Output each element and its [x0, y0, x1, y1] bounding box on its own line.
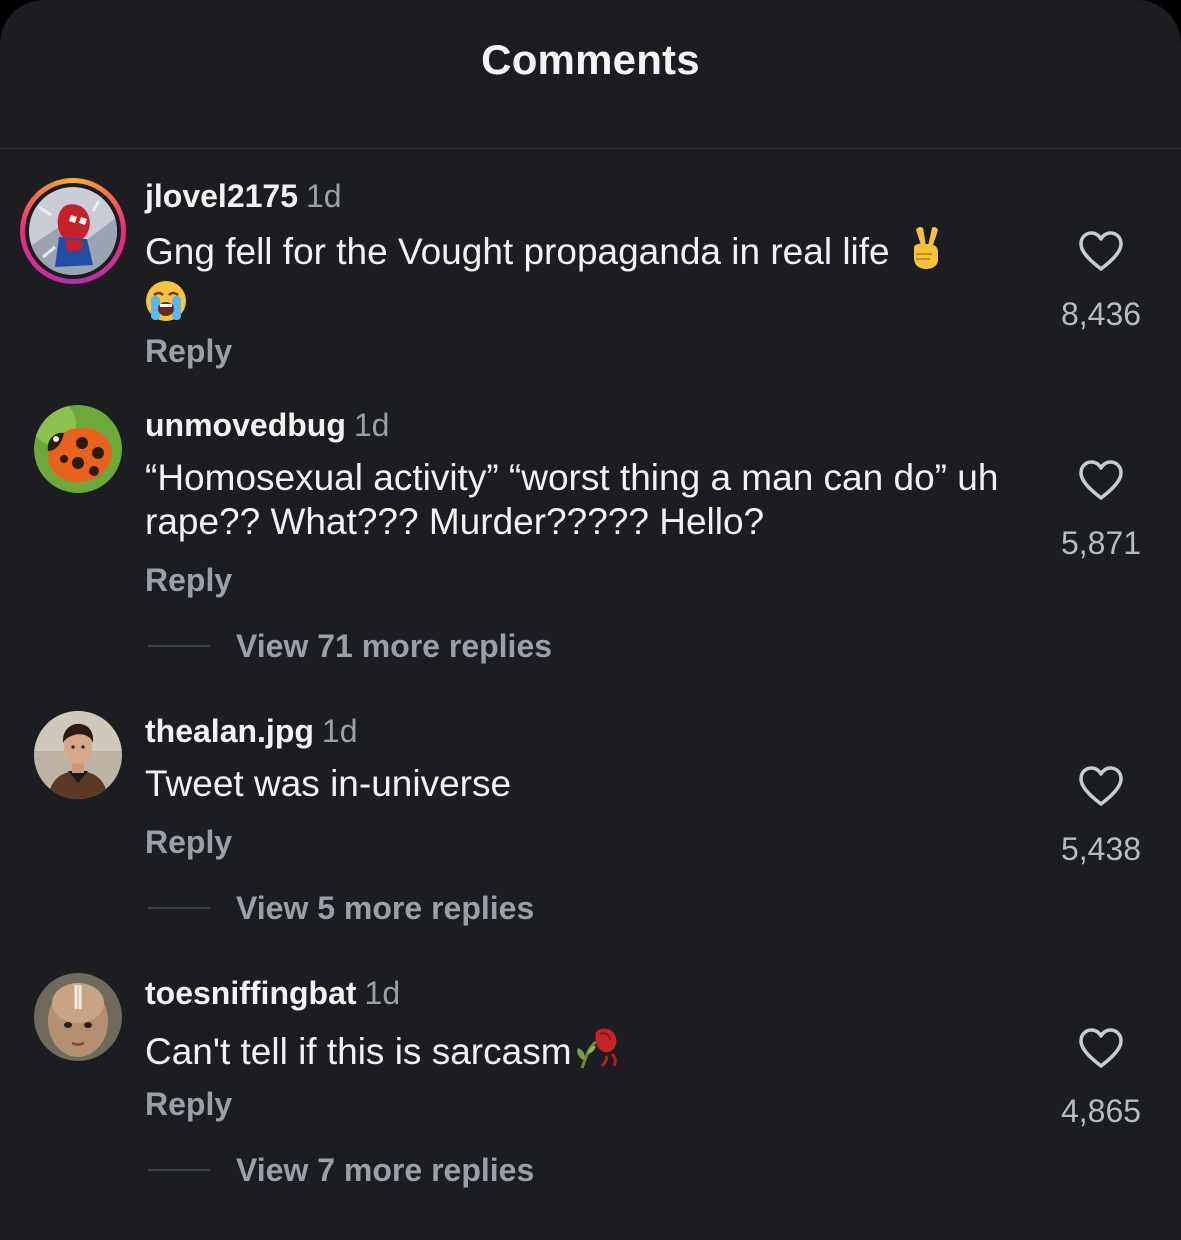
replies-divider	[148, 1169, 210, 1171]
like-group: 5,438	[1051, 765, 1151, 869]
ladybug-avatar-icon[interactable]	[34, 405, 122, 493]
comment-meta: unmovedbug 1d	[145, 405, 389, 445]
view-replies-label: View 71 more replies	[236, 628, 553, 664]
comment-body: Gng fell for the Vought propaganda in re…	[145, 231, 890, 272]
view-replies-button[interactable]: View 7 more replies	[148, 1150, 534, 1190]
timestamp: 1d	[353, 407, 390, 443]
comment-text: Can't tell if this is sarcasm	[145, 1024, 1015, 1080]
heart-icon[interactable]	[1077, 1027, 1125, 1069]
comment-meta: toesniffingbat 1d	[145, 973, 400, 1013]
username[interactable]: jlovel2175	[145, 178, 298, 214]
loudly-crying-face-emoji	[145, 280, 187, 332]
person-photo-avatar-icon[interactable]	[34, 711, 122, 799]
story-ring[interactable]	[20, 178, 126, 284]
like-group: 8,436	[1051, 230, 1151, 334]
victory-hand-emoji	[906, 226, 946, 280]
view-replies-label: View 5 more replies	[236, 890, 535, 926]
replies-divider	[148, 645, 210, 647]
comment-text: Gng fell for the Vought propaganda in re…	[145, 226, 1015, 332]
page-title: Comments	[481, 36, 700, 83]
view-replies-label: View 7 more replies	[236, 1152, 535, 1188]
comment-body: Can't tell if this is sarcasm	[145, 1031, 572, 1072]
comment-meta: thealan.jpg 1d	[145, 711, 358, 751]
comment-text: “Homosexual activity” “worst thing a man…	[145, 457, 999, 542]
like-count: 8,436	[1060, 296, 1142, 332]
reply-button[interactable]: Reply	[145, 331, 232, 371]
reply-button[interactable]: Reply	[145, 560, 232, 600]
comments-sheet: Comments jlovel2175 1d Gng fell for the …	[0, 0, 1181, 1240]
view-replies-button[interactable]: View 71 more replies	[148, 626, 552, 666]
username[interactable]: unmovedbug	[145, 407, 346, 443]
timestamp: 1d	[364, 975, 401, 1011]
reply-button[interactable]: Reply	[145, 1084, 232, 1124]
replies-divider	[148, 907, 210, 909]
comments-header: Comments	[0, 0, 1181, 149]
heart-icon[interactable]	[1077, 459, 1125, 501]
like-count: 4,865	[1060, 1093, 1142, 1129]
reply-button[interactable]: Reply	[145, 822, 232, 862]
wilted-flower-emoji	[574, 1024, 620, 1080]
like-count: 5,871	[1060, 525, 1142, 561]
view-replies-button[interactable]: View 5 more replies	[148, 888, 534, 928]
username[interactable]: thealan.jpg	[145, 713, 314, 749]
like-group: 4,865	[1051, 1027, 1151, 1131]
timestamp: 1d	[321, 713, 358, 749]
heart-icon[interactable]	[1077, 765, 1125, 807]
like-count: 5,438	[1060, 831, 1142, 867]
comment-meta: jlovel2175 1d	[145, 176, 342, 216]
like-group: 5,871	[1051, 459, 1151, 563]
timestamp: 1d	[306, 178, 342, 214]
username[interactable]: toesniffingbat	[145, 975, 357, 1011]
child-face-avatar-icon[interactable]	[34, 973, 122, 1061]
heart-icon[interactable]	[1077, 230, 1125, 272]
spider-man-avatar-icon[interactable]	[29, 187, 117, 275]
comment-text: Tweet was in-universe	[145, 763, 512, 804]
